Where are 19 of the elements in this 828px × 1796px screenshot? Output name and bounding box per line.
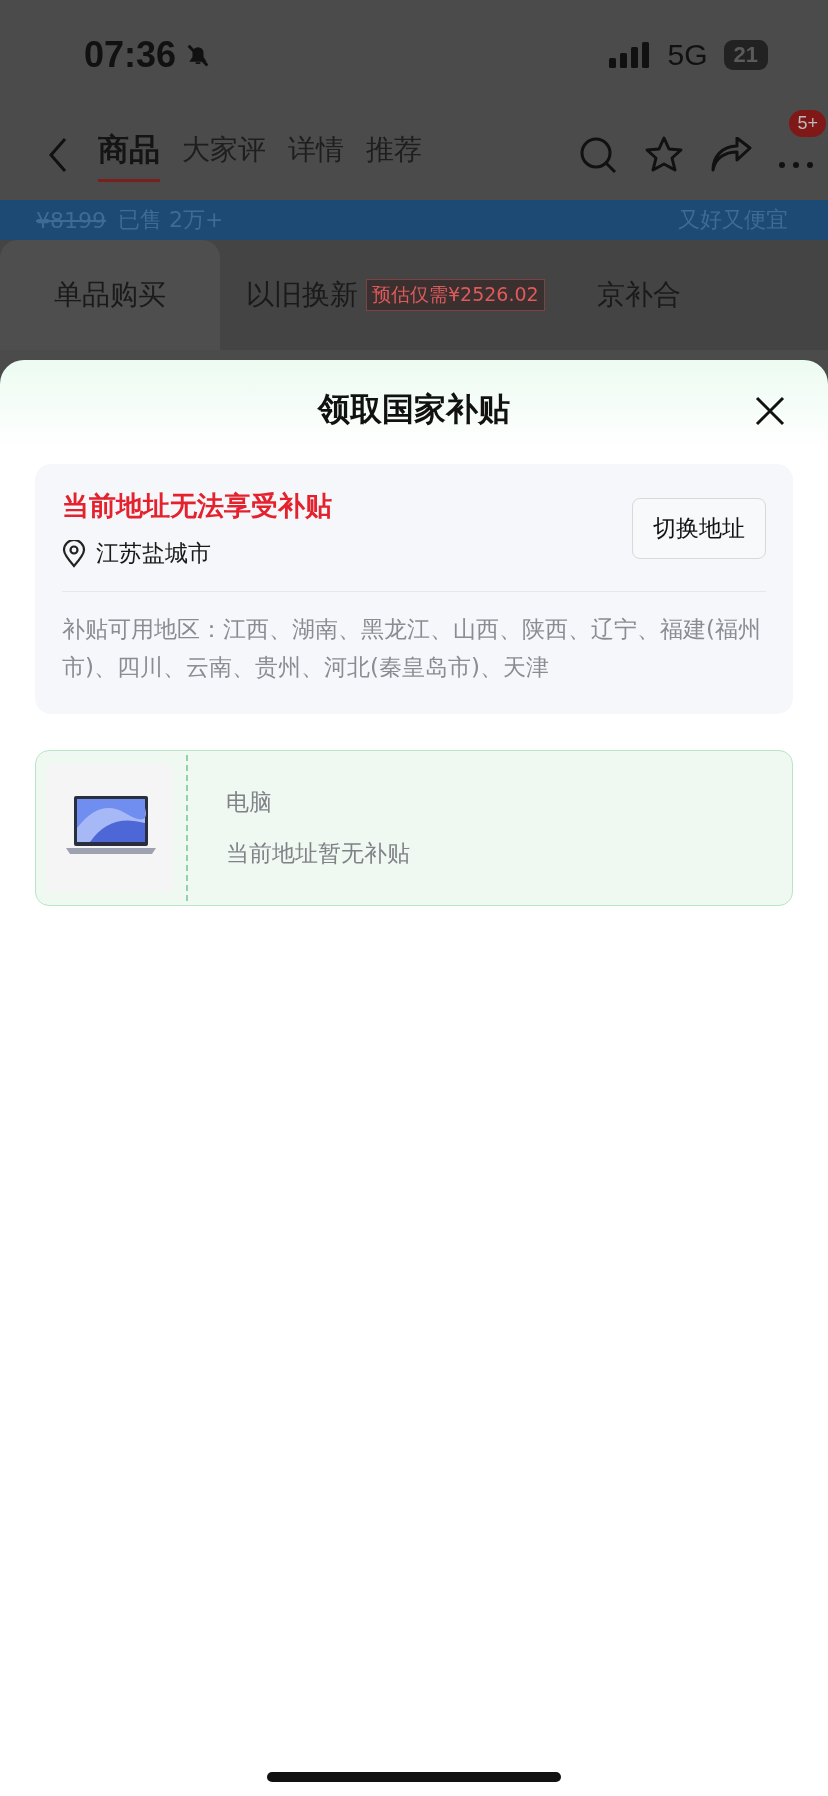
location-text: 江苏盐城市 <box>96 539 211 568</box>
switch-address-button[interactable]: 切换地址 <box>632 498 766 559</box>
regions-text: 补贴可用地区：江西、湖南、黑龙江、山西、陕西、辽宁、福建(福州市)、四川、云南、贵州、河北(秦皇岛市)、天津 <box>62 615 762 682</box>
nav-tab[interactable]: 商品 <box>98 128 160 182</box>
more-icon[interactable] <box>778 160 814 169</box>
battery-indicator: 21 <box>723 40 768 70</box>
back-icon[interactable] <box>48 137 68 173</box>
notification-badge: 5+ <box>789 109 826 137</box>
subsidy-status: 当前地址暂无补贴 <box>226 839 410 868</box>
search-icon[interactable] <box>578 135 618 175</box>
warning-text: 当前地址无法享受补贴 <box>62 489 333 523</box>
network-label: 5G <box>667 38 708 72</box>
product-category: 电脑 <box>226 788 273 817</box>
share-icon[interactable] <box>710 137 752 173</box>
sheet-title: 领取国家补贴 <box>318 389 510 430</box>
close-icon[interactable] <box>755 396 785 426</box>
location-pin-icon <box>62 539 86 568</box>
signal-icon <box>609 42 650 68</box>
status-time: 07:36 <box>84 34 177 76</box>
